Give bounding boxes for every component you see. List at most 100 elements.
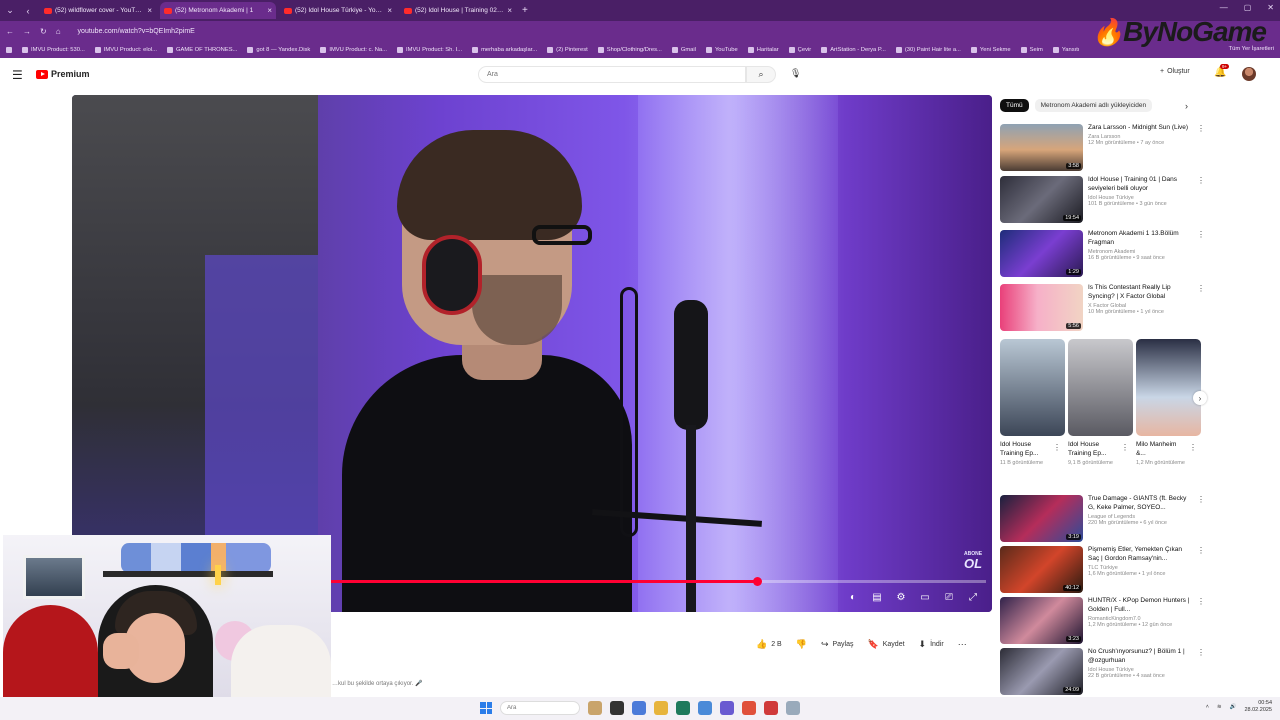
app-icon[interactable] — [698, 701, 712, 715]
more-vertical-icon[interactable]: ⋮ — [1197, 230, 1205, 239]
video-title[interactable]: No Crush'ınyorsunuz? | Bölüm 1 | @ozgurh… — [1088, 648, 1192, 666]
like-button[interactable]: 👍 2 B — [756, 639, 782, 650]
bookmark-item[interactable]: Seim — [1020, 46, 1043, 53]
chevron-right-icon[interactable]: › — [1185, 101, 1188, 111]
miniplayer-icon[interactable]: ▭ — [918, 591, 932, 603]
bookmark-item[interactable]: IMVU Product: elol... — [94, 46, 157, 53]
video-title[interactable]: Zara Larsson - Midnight Sun (Live) — [1088, 124, 1192, 133]
bookmark-item[interactable]: IMVU Product: 530... — [22, 46, 85, 53]
cast-icon[interactable]: ⎚ — [942, 591, 956, 603]
bookmark-item[interactable]: ArtStation - Derya P... — [821, 46, 886, 53]
url-field[interactable]: youtube.com/watch?v=bQEImh2pimE — [78, 28, 195, 35]
chip-all[interactable]: Tümü — [1000, 99, 1029, 112]
close-tab-icon[interactable]: × — [387, 6, 392, 15]
apps-icon[interactable] — [6, 46, 12, 53]
tab-search-icon[interactable]: ⌄ — [2, 3, 18, 19]
more-vertical-icon[interactable]: ⋮ — [1197, 546, 1205, 555]
app-icon[interactable] — [720, 701, 734, 715]
folder-icon[interactable] — [654, 701, 668, 715]
more-vertical-icon[interactable]: ⋮ — [1197, 597, 1205, 606]
browser-tab-active[interactable]: (52) Metronom Akademi | 1 × — [160, 2, 276, 19]
reload-icon[interactable]: ↻ — [40, 27, 47, 36]
chip-uploader[interactable]: Metronom Akademi adlı yükleyiciden — [1034, 99, 1153, 112]
settings-gear-icon[interactable]: ⚙ — [894, 591, 908, 603]
list-item[interactable]: 1:29 Metronom Akademi 1 13.Bölüm Fragman… — [1000, 230, 1205, 280]
video-thumbnail[interactable]: 3:58 — [1000, 124, 1083, 171]
close-tab-icon[interactable]: × — [507, 6, 512, 15]
more-vertical-icon[interactable]: ⋮ — [1197, 176, 1205, 185]
wifi-icon[interactable]: ≋ — [1217, 704, 1222, 710]
video-title[interactable]: Pişmemiş Etler, Yemekten Çıkan Saç | Gor… — [1088, 546, 1192, 564]
bookmark-item[interactable]: IMVU Product: c. Na... — [320, 46, 387, 53]
short-item[interactable]: Idol House Training Ep... 11 B görüntüle… — [1000, 339, 1065, 467]
taskbar-search-input[interactable] — [500, 701, 580, 715]
app-icon[interactable] — [676, 701, 690, 715]
fullscreen-icon[interactable]: ⤢ — [966, 591, 980, 603]
create-button[interactable]: + Oluştur — [1160, 68, 1190, 75]
subscribe-watermark[interactable]: ABONE OL — [964, 552, 982, 571]
close-window-icon[interactable]: ✕ — [1267, 3, 1274, 12]
bookmark-item[interactable]: Haritalar — [747, 46, 779, 53]
list-item[interactable]: 19:54 Idol House | Training 01 | Dans se… — [1000, 176, 1205, 226]
video-title[interactable]: True Damage - GIANTS (ft. Becky G, Keke … — [1088, 495, 1192, 513]
menu-icon[interactable]: ☰ — [12, 68, 23, 82]
bookmark-item[interactable]: Çevir — [788, 46, 811, 53]
dislike-button[interactable]: 👎 — [796, 639, 807, 650]
bookmark-item[interactable]: (2) Pinterest — [547, 46, 588, 53]
app-icon[interactable] — [632, 701, 646, 715]
more-vertical-icon[interactable]: ⋮ — [1053, 443, 1061, 452]
bookmark-item[interactable]: Gmail — [671, 46, 696, 53]
video-thumbnail[interactable]: 40:12 — [1000, 546, 1083, 593]
more-vertical-icon[interactable]: ⋮ — [1197, 284, 1205, 293]
avatar[interactable] — [1242, 67, 1256, 81]
video-title[interactable]: Idol House | Training 01 | Dans seviyele… — [1088, 176, 1192, 194]
bookmark-item[interactable]: Yeni Sekme — [970, 46, 1011, 53]
voice-search-icon[interactable]: 🎙 — [790, 68, 801, 79]
bookmark-item[interactable]: Shop/Clothing/Dres... — [597, 46, 662, 53]
home-icon[interactable]: ⌂ — [56, 27, 61, 36]
search-input[interactable] — [478, 66, 746, 83]
app-icon[interactable] — [764, 701, 778, 715]
list-item[interactable]: 3:23 HUNTR/X - KPop Demon Hunters | Gold… — [1000, 597, 1205, 647]
video-thumbnail[interactable]: 3:19 — [1000, 495, 1083, 542]
app-icon[interactable] — [786, 701, 800, 715]
progress-scrubber[interactable] — [753, 577, 762, 586]
bookmark-item[interactable]: IMVU Product: Sh. I... — [397, 46, 462, 53]
short-thumbnail[interactable] — [1000, 339, 1065, 436]
bookmark-item[interactable]: YouTube — [705, 46, 738, 53]
tab-back-icon[interactable]: ‹ — [20, 3, 36, 19]
download-button[interactable]: ⬇ İndir — [919, 639, 944, 650]
video-thumbnail[interactable]: 5:56 — [1000, 284, 1083, 331]
bookmark-item[interactable]: got 8 — Yandex.Disk — [247, 46, 310, 53]
more-vertical-icon[interactable]: ⋮ — [1121, 443, 1129, 452]
windows-start-icon[interactable] — [480, 702, 492, 714]
save-button[interactable]: 🔖 Kaydet — [868, 639, 905, 650]
list-item[interactable]: 3:58 Zara Larsson - Midnight Sun (Live) Z… — [1000, 124, 1205, 174]
autoplay-toggle-icon[interactable]: ◐ — [846, 591, 860, 603]
list-item[interactable]: 40:12 Pişmemiş Etler, Yemekten Çıkan Saç… — [1000, 546, 1205, 596]
new-tab-button[interactable]: + — [522, 5, 528, 16]
video-thumbnail[interactable]: 1:29 — [1000, 230, 1083, 277]
bookmark-item[interactable]: (30) Paint Hair lite a... — [895, 46, 961, 53]
back-icon[interactable]: ← — [6, 27, 14, 36]
app-icon[interactable] — [588, 701, 602, 715]
shorts-next-button[interactable]: › — [1193, 391, 1207, 405]
short-title[interactable]: Idol House Training Ep... — [1000, 440, 1052, 459]
more-vertical-icon[interactable]: ⋮ — [1197, 495, 1205, 504]
video-thumbnail[interactable]: 3:23 — [1000, 597, 1083, 644]
app-icon[interactable] — [610, 701, 624, 715]
short-thumbnail[interactable] — [1136, 339, 1201, 436]
youtube-logo[interactable]: Premium — [36, 69, 90, 79]
more-vertical-icon[interactable]: ⋮ — [1197, 124, 1205, 133]
forward-icon[interactable]: → — [23, 27, 31, 36]
list-item[interactable]: 3:19 True Damage - GIANTS (ft. Becky G, … — [1000, 495, 1205, 545]
more-vertical-icon[interactable]: ⋮ — [1197, 648, 1205, 657]
close-tab-icon[interactable]: × — [147, 6, 152, 15]
video-title[interactable]: Is This Contestant Really Lip Syncing? |… — [1088, 284, 1192, 302]
share-button[interactable]: ↪ Paylaş — [821, 639, 854, 650]
volume-icon[interactable]: 🔊 — [1230, 704, 1237, 710]
description-snippet[interactable]: …kul bu şekilde ortaya çıkıyor. 🎤 — [332, 680, 423, 687]
video-title[interactable]: HUNTR/X - KPop Demon Hunters | Golden | … — [1088, 597, 1192, 615]
chrome-icon[interactable] — [742, 701, 756, 715]
minimize-icon[interactable]: — — [1220, 3, 1228, 12]
